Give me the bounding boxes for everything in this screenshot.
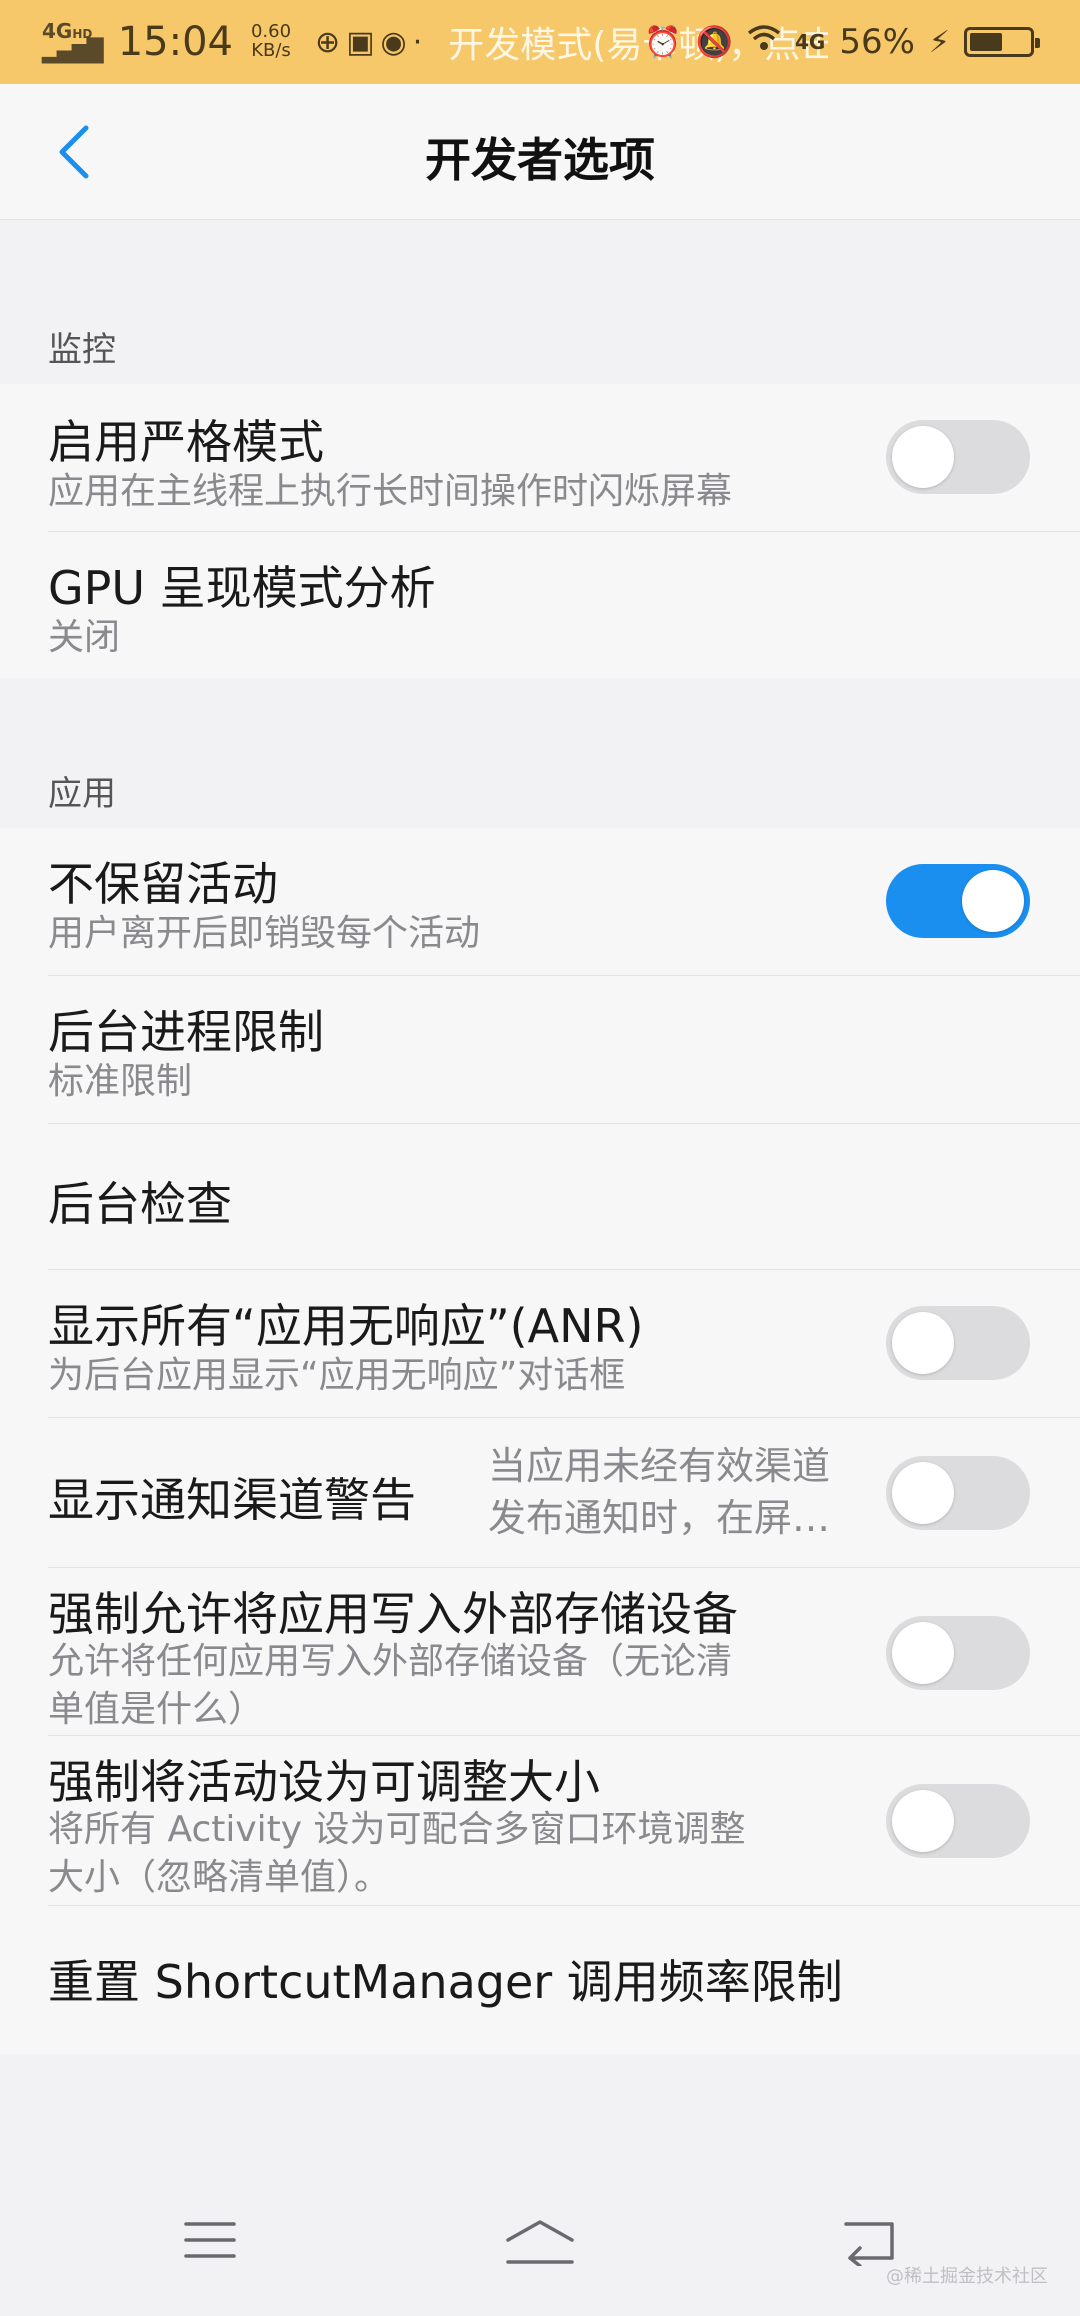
clock: 15:04: [117, 19, 233, 65]
row-show-all-anr[interactable]: 显示所有“应用无响应”(ANR) 为后台应用显示“应用无响应”对话框: [0, 1270, 1080, 1418]
notification-icon-1: ⊕: [315, 24, 347, 60]
toggle-knob: [892, 426, 954, 488]
menu-icon: [184, 2222, 236, 2258]
show-all-anr-toggle[interactable]: [886, 1306, 1030, 1380]
toggle-knob: [892, 1462, 954, 1524]
row-title: 强制允许将应用写入外部存储设备: [48, 1587, 738, 1641]
section-label-monitor: 监控: [48, 330, 116, 370]
row-title: 后台进程限制: [48, 1005, 324, 1059]
notification-icons: ⊕▣◉·: [315, 25, 428, 60]
notification-icon-2: ▣: [346, 24, 381, 60]
row-notification-channel-warnings[interactable]: 显示通知渠道警告 当应用未经有效渠道 发布通知时，在屏…: [0, 1418, 1080, 1568]
group-monitor: 启用严格模式 应用在主线程上执行长时间操作时闪烁屏幕 GPU 呈现模式分析 关闭: [0, 384, 1080, 678]
row-subtitle-line-2: 大小（忽略清单值）。: [48, 1857, 391, 1898]
watermark: @稀土掘金技术社区: [886, 2266, 1048, 2287]
row-title: 后台检查: [48, 1177, 232, 1231]
battery-fill: [970, 33, 1003, 51]
row-title: 显示所有“应用无响应”(ANR): [48, 1299, 644, 1353]
network-speed: 0.60 KB/s: [251, 22, 291, 61]
toggle-knob: [962, 870, 1024, 932]
row-title: GPU 呈现模式分析: [48, 561, 436, 615]
row-dont-keep-activities[interactable]: 不保留活动 用户离开后即销毁每个活动: [0, 828, 1080, 976]
wifi-icon: [747, 24, 781, 60]
page-title: 开发者选项: [425, 133, 655, 187]
row-subtitle: 应用在主线程上执行长时间操作时闪烁屏幕: [48, 471, 733, 512]
row-subtitle: 允许将任何应用写入外部存储设备（无论清 单值是什么）: [48, 1638, 732, 1734]
row-subtitle-line-1: 将所有 Activity 设为可配合多窗口环境调整: [48, 1809, 746, 1850]
row-title: 强制将活动设为可调整大小: [48, 1755, 600, 1809]
row-title: 重置 ShortcutManager 调用频率限制: [48, 1955, 843, 2009]
row-background-check[interactable]: 后台检查: [0, 1124, 1080, 1270]
row-subtitle-line-2: 单值是什么）: [48, 1689, 265, 1730]
row-force-resizable-activities[interactable]: 强制将活动设为可调整大小 将所有 Activity 设为可配合多窗口环境调整 大…: [0, 1736, 1080, 1906]
row-title: 启用严格模式: [48, 415, 324, 469]
row-subtitle: 为后台应用显示“应用无响应”对话框: [48, 1355, 626, 1396]
row-subtitle: 关闭: [48, 617, 121, 658]
strict-mode-toggle[interactable]: [886, 420, 1030, 494]
speed-unit: KB/s: [251, 40, 291, 61]
more-icon: ·: [412, 24, 429, 60]
row-strict-mode[interactable]: 启用严格模式 应用在主线程上执行长时间操作时闪烁屏幕: [0, 384, 1080, 532]
row-background-limit[interactable]: 后台进程限制 标准限制: [0, 976, 1080, 1124]
row-side-line-1: 当应用未经有效渠道: [488, 1444, 831, 1488]
return-icon: [844, 2222, 894, 2268]
dont-keep-activities-toggle[interactable]: [886, 864, 1030, 938]
section-label-apps: 应用: [48, 774, 116, 814]
row-title: 不保留活动: [48, 857, 278, 911]
home-icon: [506, 2220, 574, 2264]
battery-percent: 56%: [839, 22, 915, 62]
navigation-bar: [0, 2180, 1080, 2316]
row-gpu-profiling[interactable]: GPU 呈现模式分析 关闭: [0, 532, 1080, 678]
menu-button[interactable]: [184, 2218, 236, 2266]
app-header: 开发者选项: [0, 84, 1080, 220]
row-subtitle: 标准限制: [48, 1061, 193, 1102]
notification-channel-warnings-toggle[interactable]: [886, 1456, 1030, 1530]
toggle-knob: [892, 1312, 954, 1374]
row-reset-shortcutmanager[interactable]: 重置 ShortcutManager 调用频率限制: [0, 1906, 1080, 2054]
toggle-knob: [892, 1790, 954, 1852]
alarm-icon: ⏰: [644, 24, 682, 60]
force-resizable-activities-toggle[interactable]: [886, 1784, 1030, 1858]
status-bar: 4GHD ▂▄▆█ 15:04 0.60 KB/s ⊕▣◉· 开发模式(易卡顿)…: [0, 0, 1080, 84]
row-subtitle: 用户离开后即销毁每个活动: [48, 913, 481, 954]
group-apps: 不保留活动 用户离开后即销毁每个活动 后台进程限制 标准限制 后台检查 显示所有…: [0, 828, 1080, 2054]
notification-icon-3: ◉: [380, 24, 413, 60]
row-subtitle: 将所有 Activity 设为可配合多窗口环境调整 大小（忽略清单值）。: [48, 1806, 746, 1902]
row-side-line-2: 发布通知时，在屏…: [488, 1496, 831, 1540]
home-button[interactable]: [504, 2218, 576, 2270]
charging-icon: ⚡: [928, 24, 950, 60]
row-title: 显示通知渠道警告: [48, 1473, 416, 1527]
row-side-text: 当应用未经有效渠道 发布通知时，在屏…: [488, 1440, 868, 1544]
row-subtitle-line-1: 允许将任何应用写入外部存储设备（无论清: [48, 1641, 733, 1682]
network-type-right: 4G: [795, 30, 826, 54]
signal-icon: 4GHD ▂▄▆█: [42, 19, 104, 64]
battery-icon: [964, 27, 1040, 57]
mute-icon: 🔕: [695, 24, 733, 60]
row-force-allow-external-storage[interactable]: 强制允许将应用写入外部存储设备 允许将任何应用写入外部存储设备（无论清 单值是什…: [0, 1568, 1080, 1736]
force-allow-external-storage-toggle[interactable]: [886, 1616, 1030, 1690]
toggle-knob: [892, 1622, 954, 1684]
